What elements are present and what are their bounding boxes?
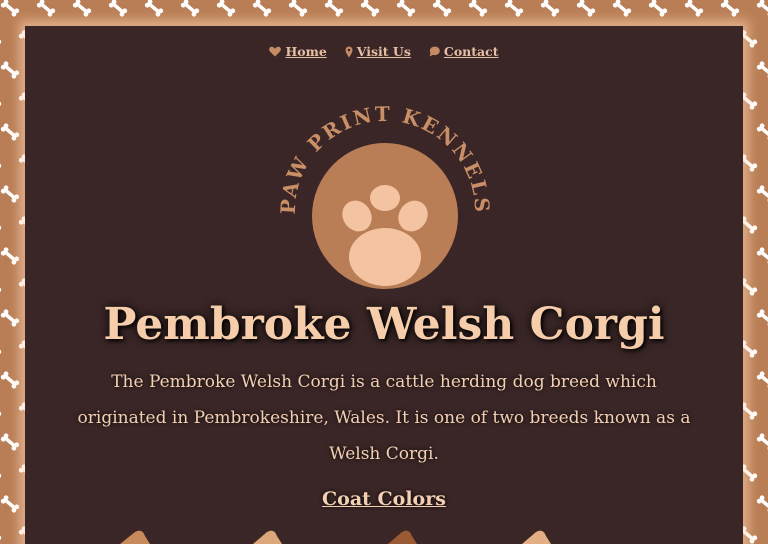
content-panel: Home Visit Us Contact PAW PRINT KENNELS — [25, 26, 743, 544]
nav-home-label: Home — [285, 44, 327, 59]
speech-bubble-icon — [429, 46, 440, 57]
nav-home-link[interactable]: Home — [269, 44, 327, 59]
nav-contact-label: Contact — [443, 44, 499, 59]
map-pin-icon — [345, 46, 353, 58]
coat-colors-heading[interactable]: Coat Colors — [25, 488, 743, 510]
nav-visit-us-link[interactable]: Visit Us — [345, 44, 411, 59]
heart-icon — [269, 46, 282, 57]
nav-contact-link[interactable]: Contact — [429, 44, 499, 59]
breed-intro-text: The Pembroke Welsh Corgi is a cattle her… — [77, 372, 691, 464]
corgi-ear-tip-2 — [253, 530, 282, 544]
corgi-ear-tip-4 — [522, 530, 551, 544]
page-title: Pembroke Welsh Corgi — [103, 299, 665, 350]
nav-visit-us-label: Visit Us — [356, 44, 411, 59]
corgi-ear-tip-1 — [120, 530, 150, 544]
kennel-logo[interactable]: PAW PRINT KENNELS — [273, 101, 497, 291]
top-navigation: Home Visit Us Contact — [25, 44, 743, 59]
coat-color-ear-tips — [120, 530, 551, 544]
corgi-ear-tip-3 — [388, 530, 417, 544]
